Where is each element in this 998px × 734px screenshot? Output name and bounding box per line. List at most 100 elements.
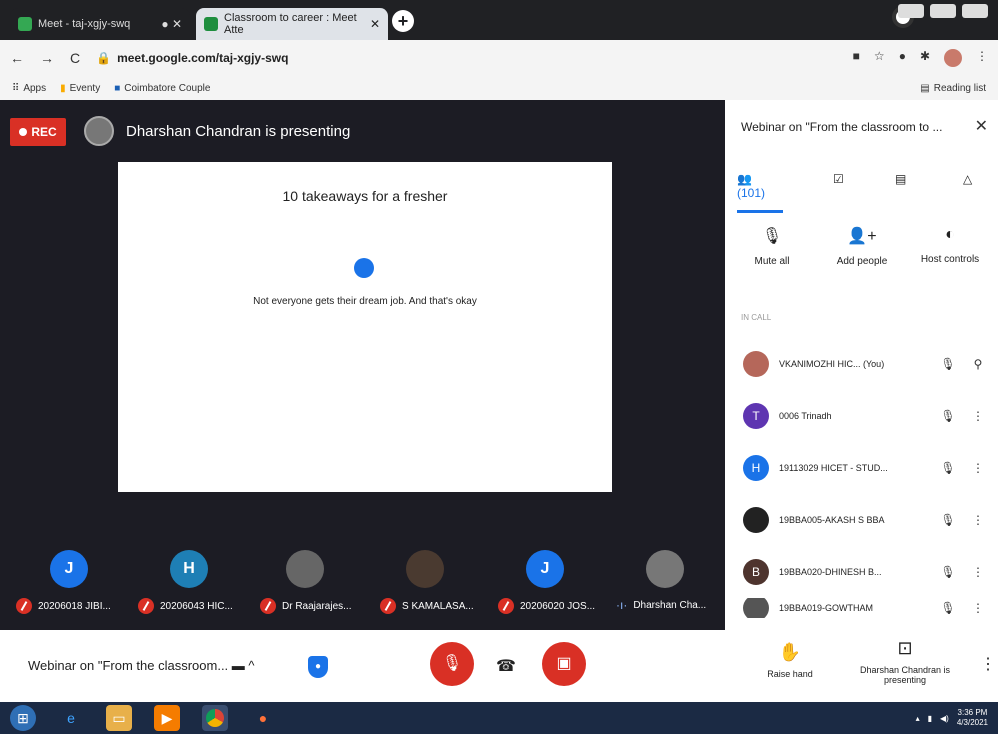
address-bar-row: ← → C 🔒 meet.google.com/taj-xgjy-swq ■ ☆… — [0, 40, 998, 76]
participant-tile[interactable]: S KAMALASA... — [372, 540, 490, 630]
more-options-icon[interactable]: ⋮ — [980, 654, 996, 674]
participant-tile[interactable]: ·ı· Dharshan Cha... — [608, 540, 726, 630]
mic-toggle-button[interactable]: 🎙 — [430, 642, 474, 686]
meeting-info-icon: ▬ ^ — [231, 658, 255, 673]
tab-people[interactable]: 👥 (101) — [737, 172, 783, 213]
tab-chat[interactable]: ▤ — [895, 172, 906, 186]
more-icon[interactable]: ⋮ — [968, 565, 988, 579]
profile-avatar[interactable] — [944, 49, 962, 67]
mute-all-button[interactable]: 🎙 Mute all — [727, 226, 817, 267]
mic-off-icon: 🎙 — [940, 409, 956, 423]
mic-off-icon: 🎙 — [940, 513, 956, 527]
participant-tiles: J 20206018 JIBI... H 20206043 HIC... Dr … — [0, 540, 725, 630]
avatar: T — [743, 403, 769, 429]
tab-meet[interactable]: Meet - taj-xgjy-swq ● ✕ — [10, 8, 190, 40]
reload-icon[interactable]: C — [70, 50, 80, 66]
raise-hand-button[interactable]: ✋ Raise hand — [760, 642, 820, 679]
volume-icon[interactable]: ◀) — [940, 714, 949, 723]
tab-label: Meet - taj-xgjy-swq — [38, 18, 131, 30]
firefox-icon[interactable]: ● — [250, 705, 276, 731]
camera-toggle-button[interactable]: ▣ — [542, 642, 586, 686]
more-icon[interactable]: ⋮ — [968, 513, 988, 527]
media-player-icon[interactable]: ▶ — [154, 705, 180, 731]
extension-icon[interactable]: ● — [899, 49, 906, 67]
puzzle-icon[interactable]: ✱ — [920, 49, 930, 67]
presenting-button[interactable]: ⊡ Dharshan Chandran is presenting — [850, 638, 960, 685]
star-icon[interactable]: ☆ — [874, 49, 885, 67]
start-button-icon[interactable]: ⊞ — [10, 705, 36, 731]
presenter-text: Dharshan Chandran is presenting — [126, 122, 351, 140]
avatar: H — [170, 550, 208, 588]
recording-badge: REC — [10, 118, 66, 146]
shield-icon[interactable]: ● — [308, 656, 328, 678]
new-tab-button[interactable]: + — [392, 10, 414, 32]
hand-icon: ✋ — [778, 642, 802, 662]
reading-list-button[interactable]: ▤ Reading list — [920, 83, 986, 94]
meeting-controls-bar: Webinar on "From the classroom... ▬ ^ ● … — [0, 630, 998, 702]
back-icon[interactable]: ← — [10, 50, 24, 66]
bookmark-coimbatore[interactable]: ■ Coimbatore Couple — [114, 83, 210, 94]
tab-activities[interactable]: △ — [963, 172, 972, 186]
list-item[interactable]: 19BBA019-GOWTHAM 🎙 ⋮ — [725, 598, 998, 618]
bookmark-eventy[interactable]: ▮ Eventy — [60, 83, 100, 94]
url-text: meet.google.com/taj-xgjy-swq — [117, 51, 289, 65]
participant-tile[interactable]: H 20206043 HIC... — [130, 540, 248, 630]
meeting-stage: REC Dharshan Chandran is presenting 10 t… — [0, 100, 725, 630]
sheets-favicon-icon — [204, 17, 218, 31]
bookmark-apps[interactable]: ⠿ Apps — [12, 83, 46, 94]
avatar — [743, 351, 769, 377]
mic-off-icon — [16, 598, 32, 614]
mic-off-icon — [260, 598, 276, 614]
tab-classroom[interactable]: Classroom to career : Meet Atte ✕ — [196, 8, 388, 40]
pin-icon[interactable]: ⚲ — [968, 357, 988, 371]
avatar — [743, 598, 769, 618]
people-panel: Webinar on "From the classroom to ... ✕ … — [725, 100, 998, 630]
list-item[interactable]: 19BBA005-AKASH S BBA 🎙 ⋮ — [725, 494, 998, 546]
internet-explorer-icon[interactable]: e — [58, 705, 84, 731]
list-item[interactable]: H 19113029 HICET - STUD... 🎙 ⋮ — [725, 442, 998, 494]
mic-off-icon: 🎙 — [940, 565, 956, 579]
avatar: J — [50, 550, 88, 588]
chrome-icon[interactable] — [202, 705, 228, 731]
tab-label: Classroom to career : Meet Atte — [224, 12, 357, 36]
network-icon[interactable]: ▮ — [928, 714, 932, 723]
omnibox[interactable]: 🔒 meet.google.com/taj-xgjy-swq — [96, 51, 288, 65]
list-item[interactable]: B 19BBA020-DHINESH B... 🎙 ⋮ — [725, 546, 998, 598]
mic-off-icon — [138, 598, 154, 614]
apps-icon: ⠿ — [12, 82, 20, 94]
tray-arrow-icon[interactable]: ▴ — [916, 714, 920, 723]
participant-tile[interactable]: Dr Raajarajes... — [252, 540, 370, 630]
forward-icon[interactable]: → — [40, 50, 54, 66]
mic-off-icon: 🎙 — [940, 601, 956, 615]
host-controls-button[interactable]: ◐ Host controls — [905, 226, 995, 265]
clock[interactable]: 3:36 PM 4/3/2021 — [957, 708, 988, 728]
participant-tile[interactable]: J 20206018 JIBI... — [8, 540, 126, 630]
more-icon[interactable]: ⋮ — [968, 461, 988, 475]
avatar: J — [526, 550, 564, 588]
hang-up-button[interactable]: ☎ — [496, 656, 516, 676]
windows-taskbar: ⊞ e ▭ ▶ ● ▴ ▮ ◀) 3:36 PM 4/3/2021 — [0, 702, 998, 734]
camera-icon[interactable]: ■ — [853, 49, 860, 67]
list-item[interactable]: VKANIMOZHI HIC... (You) 🎙 ⚲ — [725, 338, 998, 390]
window-controls[interactable] — [898, 4, 988, 18]
participant-tile[interactable]: J 20206020 JOS... — [490, 540, 608, 630]
participant-list: VKANIMOZHI HIC... (You) 🎙 ⚲ T 0006 Trina… — [725, 338, 998, 618]
add-people-button[interactable]: 👤+ Add people — [817, 226, 907, 267]
avatar — [743, 507, 769, 533]
menu-icon[interactable]: ⋮ — [976, 49, 988, 67]
more-icon[interactable]: ⋮ — [968, 601, 988, 615]
more-icon[interactable]: ⋮ — [968, 409, 988, 423]
shapes-icon: △ — [963, 172, 973, 186]
toggle-icon: ◐ — [945, 226, 955, 243]
close-tab-icon[interactable]: ● ✕ — [161, 17, 182, 31]
file-explorer-icon[interactable]: ▭ — [106, 705, 132, 731]
list-item[interactable]: T 0006 Trinadh 🎙 ⋮ — [725, 390, 998, 442]
presenter-avatar — [84, 116, 114, 146]
add-person-icon: 👤+ — [847, 228, 877, 245]
bookmarks-bar: ⠿ Apps ▮ Eventy ■ Coimbatore Couple ▤ Readin… — [0, 76, 998, 100]
meeting-details-button[interactable]: Webinar on "From the classroom... ▬ ^ — [28, 658, 255, 673]
close-tab-icon[interactable]: ✕ — [370, 17, 380, 31]
mic-off-icon — [498, 598, 514, 614]
tab-tasks[interactable]: ☑ — [833, 172, 844, 186]
close-icon[interactable]: ✕ — [975, 116, 988, 136]
